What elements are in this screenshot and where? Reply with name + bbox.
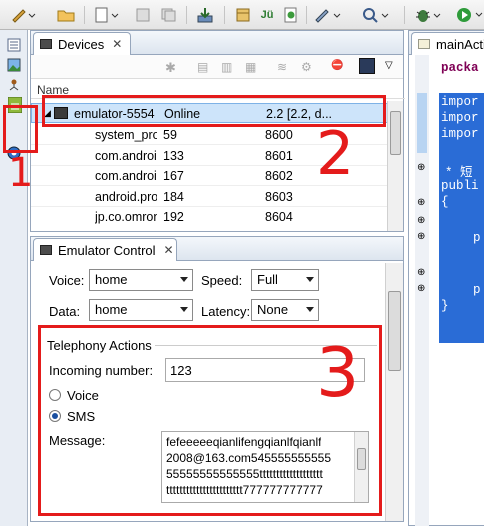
data-select[interactable]: home bbox=[89, 299, 193, 321]
gutter-selection bbox=[417, 93, 427, 153]
main-toolbar: Jü bbox=[0, 0, 484, 30]
process-row[interactable]: jp.co.omronsoft.openwnn1928604 bbox=[31, 207, 401, 227]
fold-plus-icon[interactable]: ⊕ bbox=[417, 215, 425, 226]
editor-view: mainActi packa impor impor impor * 短 pub… bbox=[408, 30, 484, 526]
chevron-down-icon bbox=[180, 307, 188, 312]
devices-toolbar: ✱ ▤ ▥ ▦ ≋ ⚙ ⛔ ▽ bbox=[31, 55, 403, 79]
devices-scrollbar[interactable] bbox=[387, 101, 403, 231]
save-icon bbox=[134, 6, 152, 24]
devices-tab-bar: Devices ✕ bbox=[31, 31, 403, 55]
hierarchy-icon[interactable] bbox=[5, 76, 23, 94]
new-icon[interactable] bbox=[92, 6, 122, 24]
emulator-icon bbox=[40, 245, 52, 255]
latency-label: Latency: bbox=[201, 304, 251, 319]
debug-icon[interactable]: ✱ bbox=[165, 60, 176, 76]
screen-capture-icon[interactable] bbox=[359, 58, 375, 74]
fold-plus-icon[interactable]: ⊕ bbox=[417, 231, 425, 242]
package-explorer-icon[interactable] bbox=[5, 36, 23, 54]
gc-icon[interactable]: ▦ bbox=[245, 60, 256, 74]
chevron-down-icon[interactable] bbox=[474, 6, 484, 24]
image-icon[interactable] bbox=[5, 56, 23, 74]
java-file-icon bbox=[418, 39, 430, 49]
annotation-box-1 bbox=[3, 105, 38, 153]
run-icon[interactable] bbox=[454, 6, 474, 24]
tab-main-activity[interactable]: mainActi bbox=[411, 32, 484, 55]
stop-process-icon[interactable]: ⛔ bbox=[331, 60, 343, 71]
save-all-icon bbox=[160, 6, 178, 24]
close-icon[interactable]: ✕ bbox=[112, 37, 122, 51]
annotation-number-2: 2 bbox=[316, 119, 355, 189]
fold-plus-icon[interactable]: ⊕ bbox=[417, 162, 425, 173]
annotation-number-3: 3 bbox=[316, 334, 360, 413]
annotation-number-1: 1 bbox=[8, 150, 34, 196]
scroll-thumb[interactable] bbox=[390, 111, 401, 155]
data-label: Data: bbox=[49, 304, 81, 319]
voice-select[interactable]: home bbox=[89, 269, 193, 291]
scroll-thumb[interactable] bbox=[388, 291, 401, 371]
emulator-tab-bar: Emulator Control ✕ bbox=[31, 237, 403, 261]
speed-select[interactable]: Full bbox=[251, 269, 319, 291]
tab-devices[interactable]: Devices ✕ bbox=[33, 32, 131, 55]
fold-plus-icon[interactable]: ⊕ bbox=[417, 197, 425, 208]
latency-select[interactable]: None bbox=[251, 299, 319, 321]
method-profiling-icon[interactable]: ⚙ bbox=[301, 60, 312, 74]
pen-icon[interactable] bbox=[8, 6, 38, 24]
download-icon[interactable] bbox=[196, 6, 214, 24]
new-class-icon[interactable] bbox=[282, 6, 300, 24]
bug-icon[interactable] bbox=[414, 6, 444, 24]
dump-hprof-icon[interactable]: ▥ bbox=[221, 60, 232, 74]
process-row[interactable]: android.process.acore1848603 bbox=[31, 187, 401, 207]
close-icon[interactable]: ✕ bbox=[164, 243, 174, 257]
folder-open-icon[interactable] bbox=[56, 6, 76, 24]
search-icon[interactable] bbox=[360, 6, 392, 24]
package-icon[interactable] bbox=[234, 6, 252, 24]
chevron-down-icon bbox=[306, 307, 314, 312]
editor-tab-bar: mainActi bbox=[409, 31, 484, 55]
speed-label: Speed: bbox=[201, 273, 243, 288]
heap-update-icon[interactable]: ▤ bbox=[197, 60, 208, 74]
chevron-down-icon bbox=[180, 277, 188, 282]
view-menu-icon[interactable]: ▽ bbox=[385, 60, 393, 71]
devices-icon bbox=[40, 39, 52, 49]
junit-icon[interactable]: Jü bbox=[258, 6, 276, 24]
chevron-down-icon bbox=[306, 277, 314, 282]
threads-icon[interactable]: ≋ bbox=[277, 60, 287, 74]
emulator-scrollbar[interactable] bbox=[385, 263, 403, 521]
tab-emulator-control[interactable]: Emulator Control ✕ bbox=[33, 238, 177, 261]
fold-plus-icon[interactable]: ⊕ bbox=[417, 267, 425, 278]
pen-down-icon[interactable] bbox=[312, 6, 344, 24]
voice-label: Voice: bbox=[49, 273, 85, 288]
fold-plus-icon[interactable]: ⊕ bbox=[417, 283, 425, 294]
